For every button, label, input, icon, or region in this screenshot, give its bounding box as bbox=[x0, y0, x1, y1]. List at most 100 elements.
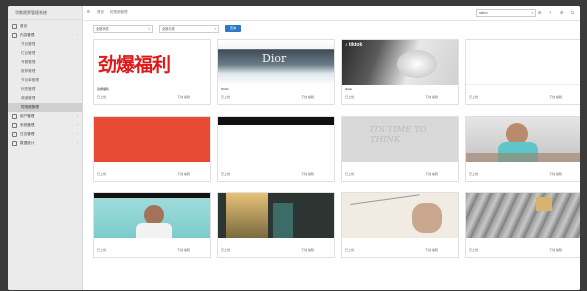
video-actions[interactable]: 下线 编辑 bbox=[301, 95, 314, 99]
video-card[interactable]: 已上线 下线 编辑 bbox=[465, 39, 580, 105]
video-thumbnail[interactable]: ♪ tiktok bbox=[342, 40, 458, 85]
video-card[interactable]: 已上线 下线 编辑 bbox=[465, 192, 580, 258]
sidebar-item-1[interactable]: 内容管理 › bbox=[8, 31, 82, 40]
video-card[interactable]: 已上线 下线 编辑 bbox=[217, 192, 335, 258]
sidebar-item-0[interactable]: 首页 bbox=[8, 22, 82, 31]
chevron-right-icon: › bbox=[76, 114, 78, 118]
user-select-value: admin bbox=[479, 11, 488, 15]
video-card[interactable]: 已上线 下线 编辑 bbox=[341, 192, 459, 258]
video-title: DIOR bbox=[221, 87, 229, 91]
sidebar-item-3[interactable]: 栏目管理 bbox=[8, 49, 82, 58]
user-select[interactable]: admin ▾ bbox=[476, 9, 536, 17]
video-card[interactable]: 已上线 下线 编辑 bbox=[93, 116, 211, 182]
video-thumbnail[interactable]: 劲爆福利 bbox=[94, 40, 210, 85]
sidebar-item-label: 节目管理 bbox=[21, 42, 36, 46]
app-logo-title: 华数视界管理系统 bbox=[8, 6, 82, 20]
sidebar-item-label: 数据统计 bbox=[20, 141, 35, 145]
home-icon bbox=[12, 23, 17, 29]
sidebar-item-11[interactable]: 系统管理 › bbox=[8, 121, 82, 130]
sidebar-item-7[interactable]: 标签管理 bbox=[8, 85, 82, 94]
video-actions[interactable]: 下线 编辑 bbox=[177, 172, 190, 176]
video-thumbnail[interactable] bbox=[342, 193, 458, 238]
video-actions[interactable]: 下线 编辑 bbox=[177, 248, 190, 252]
tiktok-logo: ♪ tiktok bbox=[345, 42, 363, 48]
chevron-right-icon: › bbox=[76, 132, 78, 136]
sidebar-item-label: 首页 bbox=[20, 24, 28, 28]
sidebar-menu: 首页内容管理 › 节目管理栏目管理专题管理推荐管理节目单管理标签管理频道管理短视频管… bbox=[8, 20, 82, 148]
sidebar-item-6[interactable]: 节目单管理 bbox=[8, 76, 82, 85]
message-icon[interactable]: ✉ bbox=[538, 10, 541, 15]
breadcrumb: 首页 短视频管理 bbox=[97, 10, 132, 15]
video-actions[interactable]: 下线 编辑 bbox=[425, 95, 438, 99]
thumb-brand-text: Dior bbox=[262, 52, 287, 65]
sidebar-item-5[interactable]: 推荐管理 bbox=[8, 67, 82, 76]
video-thumbnail[interactable] bbox=[218, 193, 334, 238]
video-actions[interactable]: 下线 编辑 bbox=[301, 172, 314, 176]
video-status: 已上线 bbox=[221, 95, 231, 99]
sidebar-item-10[interactable]: 用户管理 › bbox=[8, 112, 82, 121]
video-card[interactable]: ♪ tiktok tiktok 已上线 下线 编辑 bbox=[341, 39, 459, 105]
video-status: 已上线 bbox=[469, 248, 479, 252]
sidebar-item-4[interactable]: 专题管理 bbox=[8, 58, 82, 67]
video-status: 已上线 bbox=[97, 248, 107, 252]
type-filter-select[interactable]: 全部分类 ▾ bbox=[159, 25, 219, 33]
video-actions[interactable]: 下线 编辑 bbox=[177, 95, 190, 99]
video-thumbnail[interactable] bbox=[218, 117, 334, 162]
video-status: 已上线 bbox=[97, 95, 107, 99]
video-thumbnail[interactable] bbox=[94, 117, 210, 162]
video-card[interactable]: 劲爆福利 劲爆福利 已上线 下线 编辑 bbox=[93, 39, 211, 105]
video-card[interactable]: Dior DIOR 已上线 下线 编辑 bbox=[217, 39, 335, 105]
sidebar-item-label: 用户管理 bbox=[20, 114, 35, 118]
video-card[interactable]: 已上线 下线 编辑 bbox=[217, 116, 335, 182]
sidebar-item-label: 推荐管理 bbox=[21, 69, 36, 73]
video-card[interactable]: ITS TIME TO THINK 已上线 下线 编辑 bbox=[341, 116, 459, 182]
video-thumbnail[interactable] bbox=[466, 117, 580, 162]
sidebar: 华数视界管理系统 首页内容管理 › 节目管理栏目管理专题管理推荐管理节目单管理标签管… bbox=[8, 6, 83, 290]
help-icon[interactable]: ? bbox=[549, 10, 551, 15]
logout-icon[interactable]: ⏻ bbox=[571, 10, 574, 15]
video-thumbnail[interactable]: Dior bbox=[218, 40, 334, 85]
video-actions[interactable]: 下线 编辑 bbox=[549, 172, 562, 176]
sidebar-item-label: 标签管理 bbox=[21, 87, 36, 91]
video-status: 已上线 bbox=[469, 95, 479, 99]
sidebar-item-8[interactable]: 频道管理 bbox=[8, 94, 82, 103]
video-title: tiktok bbox=[345, 87, 353, 91]
video-thumbnail[interactable] bbox=[466, 40, 580, 85]
sidebar-item-13[interactable]: 数据统计 › bbox=[8, 139, 82, 148]
video-actions[interactable]: 下线 编辑 bbox=[549, 248, 562, 252]
video-card[interactable]: 已上线 下线 编辑 bbox=[465, 116, 580, 182]
chevron-right-icon: › bbox=[76, 141, 78, 145]
sidebar-item-label: 内容管理 bbox=[20, 33, 35, 37]
video-thumbnail[interactable] bbox=[466, 193, 580, 238]
settings-icon[interactable]: ⚙ bbox=[560, 10, 564, 15]
sidebar-item-label: 栏目管理 bbox=[21, 51, 36, 55]
sidebar-item-9[interactable]: 短视频管理 bbox=[8, 103, 82, 112]
video-status: 已上线 bbox=[469, 172, 479, 176]
app-window: 华数视界管理系统 首页内容管理 › 节目管理栏目管理专题管理推荐管理节目单管理标签管… bbox=[8, 6, 580, 290]
top-bar: ≡ 首页 短视频管理 admin ▾ ✉ ? ⚙ ⏻ bbox=[83, 6, 580, 21]
video-thumbnail[interactable] bbox=[94, 193, 210, 238]
sidebar-item-label: 专题管理 bbox=[21, 60, 36, 64]
main-area: ≡ 首页 短视频管理 admin ▾ ✉ ? ⚙ ⏻ 全部状态 ▾ 全部分类 ▾ bbox=[83, 6, 580, 290]
sidebar-item-label: 短视频管理 bbox=[21, 105, 39, 109]
chart-icon bbox=[12, 140, 17, 146]
video-actions[interactable]: 下线 编辑 bbox=[301, 248, 314, 252]
sidebar-item-12[interactable]: 日志管理 › bbox=[8, 130, 82, 139]
chevron-right-icon: › bbox=[76, 33, 78, 37]
video-thumbnail[interactable]: ITS TIME TO THINK bbox=[342, 117, 458, 162]
search-button[interactable]: 查询 bbox=[225, 24, 241, 32]
sidebar-item-label: 系统管理 bbox=[20, 123, 35, 127]
breadcrumb-item-home[interactable]: 首页 bbox=[97, 10, 104, 14]
video-card[interactable]: 已上线 下线 编辑 bbox=[93, 192, 211, 258]
video-actions[interactable]: 下线 编辑 bbox=[549, 95, 562, 99]
sidebar-item-label: 节目单管理 bbox=[21, 78, 39, 82]
menu-toggle-icon[interactable]: ≡ bbox=[87, 9, 90, 15]
video-actions[interactable]: 下线 编辑 bbox=[425, 172, 438, 176]
sidebar-item-2[interactable]: 节目管理 bbox=[8, 40, 82, 49]
user-icon bbox=[12, 113, 17, 119]
status-filter-select[interactable]: 全部状态 ▾ bbox=[93, 25, 153, 33]
chevron-down-icon: ▾ bbox=[148, 27, 150, 31]
video-status: 已上线 bbox=[345, 95, 355, 99]
video-status: 已上线 bbox=[97, 172, 107, 176]
video-actions[interactable]: 下线 编辑 bbox=[425, 248, 438, 252]
